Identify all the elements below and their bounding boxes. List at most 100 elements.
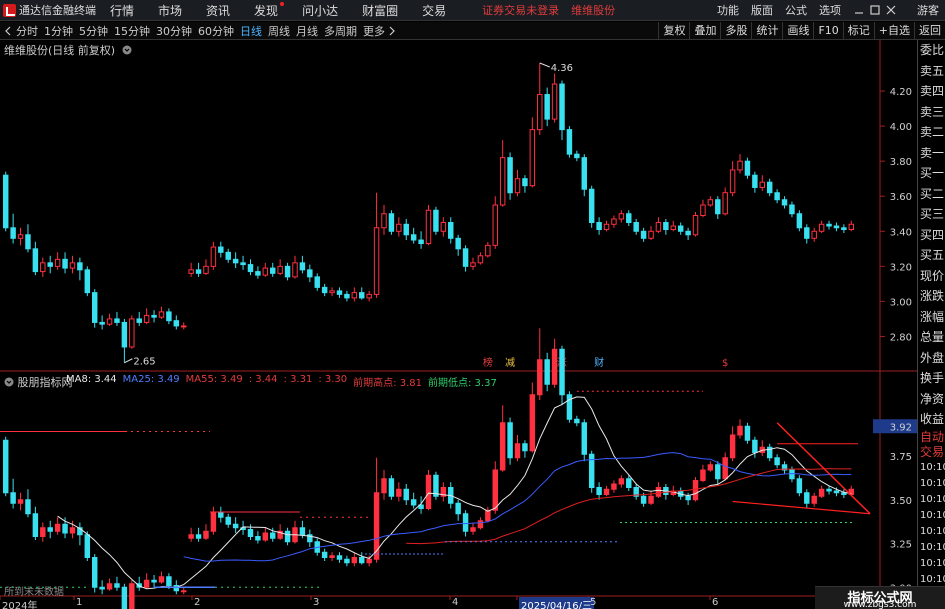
indicator-title: 股朋指标网 <box>4 374 73 390</box>
candle-body-18 <box>136 318 142 323</box>
candle-body-11 <box>84 269 91 294</box>
quote-field-9[interactable]: 买四 <box>918 225 945 246</box>
candle-body-43 <box>321 286 328 294</box>
quote-tab-0[interactable]: 自动 <box>918 430 945 445</box>
indicator-value-3: : 3.44 <box>248 374 278 385</box>
quote-field-18[interactable]: 收益 <box>918 409 945 430</box>
ind-bar-45 <box>336 555 343 560</box>
candle-body-4 <box>32 248 39 273</box>
quote-field-7[interactable]: 买二 <box>918 184 945 205</box>
candle-body-30 <box>225 251 231 260</box>
candle-body-59 <box>440 222 447 232</box>
ind-bar-61 <box>455 502 461 515</box>
quote-field-16[interactable]: 换手 <box>918 368 945 389</box>
low-pointer <box>124 358 133 364</box>
quote-field-8[interactable]: 买三 <box>918 204 945 225</box>
ind-bar-9 <box>69 527 76 534</box>
ind-bar-70 <box>522 443 528 452</box>
candle-body-77 <box>574 153 580 159</box>
ind-bar-7 <box>54 523 61 532</box>
candle-body-13 <box>99 321 105 325</box>
quote-field-13[interactable]: 涨幅 <box>918 307 945 328</box>
quote-field-4[interactable]: 卖二 <box>918 122 945 143</box>
candle-body-66 <box>492 204 498 246</box>
candle-body-75 <box>559 83 565 131</box>
candle-body-84 <box>626 213 632 224</box>
indicator-settings-icon[interactable] <box>4 377 14 387</box>
indicator-value-4: : 3.31 <box>283 374 313 385</box>
ind-bar-69 <box>514 443 521 459</box>
candle-body-3 <box>25 234 31 250</box>
quote-field-5[interactable]: 卖一 <box>918 143 945 164</box>
ind-bar-1 <box>10 492 16 504</box>
candle-body-21 <box>158 311 165 318</box>
quote-field-12[interactable]: 涨跌 <box>918 286 945 307</box>
ind-bar-15 <box>114 583 120 588</box>
ind-bar-57 <box>425 474 432 509</box>
candle-body-97 <box>722 192 728 215</box>
candle-body-47 <box>351 292 358 299</box>
ind-bar-104 <box>774 457 780 466</box>
x-axis-label-3: 3 <box>313 597 320 608</box>
candle-body-78 <box>581 157 587 190</box>
guest-user[interactable]: 游客 <box>917 2 939 18</box>
trade-time-1: 10:10 <box>920 477 945 489</box>
trade-time-0: 10:10 <box>920 461 945 473</box>
quote-field-0[interactable]: 委比 <box>918 40 945 61</box>
ind-bar-97 <box>722 457 728 480</box>
ind-bar-43 <box>321 551 328 558</box>
ind-bar-38 <box>284 530 291 543</box>
main-ytick-1: 4.00 <box>890 122 912 133</box>
candle-body-19 <box>143 314 150 323</box>
candle-body-71 <box>529 129 536 187</box>
ind-bar-96 <box>715 464 721 480</box>
ind-bar-46 <box>344 558 350 564</box>
quote-tab-1[interactable]: 交易 <box>918 445 945 460</box>
candle-body-72 <box>537 94 543 131</box>
ind-bar-54 <box>403 488 409 501</box>
candle-body-102 <box>759 181 766 188</box>
ind-bar-21 <box>158 576 165 583</box>
ind-ytick-3: 3.25 <box>890 540 912 551</box>
main-ytick-0: 4.20 <box>890 87 912 98</box>
candle-body-33 <box>247 264 254 273</box>
ind-bar-0 <box>2 439 9 494</box>
x-axis-label-5: 2025/04/16/三 <box>519 597 595 609</box>
candle-body-68 <box>507 157 513 194</box>
candle-body-36 <box>270 267 276 274</box>
candle-body-22 <box>166 311 172 322</box>
candle-body-0 <box>2 174 9 229</box>
tool-back[interactable]: 返回 <box>914 22 945 40</box>
candle-body-20 <box>151 314 157 318</box>
ind-bar-13 <box>99 586 105 590</box>
main-ytick-3: 3.60 <box>890 192 912 203</box>
line-ma8 <box>57 396 852 590</box>
quote-field-6[interactable]: 买一 <box>918 163 945 184</box>
quote-field-3[interactable]: 卖三 <box>918 102 945 123</box>
settings-circle-icon[interactable] <box>122 45 132 55</box>
quote-field-15[interactable]: 外盘 <box>918 348 945 369</box>
candle-body-110 <box>818 223 825 232</box>
ind-bar-48 <box>359 557 365 564</box>
ind-bar-99 <box>737 425 743 436</box>
ind-bar-88 <box>655 487 662 497</box>
x-axis-label-6: 5 <box>590 597 597 608</box>
candle-body-31 <box>232 258 239 264</box>
candle-body-14 <box>106 318 113 325</box>
quote-field-11[interactable]: 现价 <box>918 266 945 287</box>
ind-bar-4 <box>32 513 39 537</box>
ind-bar-53 <box>396 488 402 497</box>
quote-field-17[interactable]: 净资 <box>918 389 945 410</box>
quote-field-2[interactable]: 卖四 <box>918 81 945 102</box>
quote-field-10[interactable]: 买五 <box>918 245 945 266</box>
candle-body-5 <box>40 262 46 273</box>
candle-body-109 <box>811 230 817 239</box>
quote-field-14[interactable]: 总量 <box>918 327 945 348</box>
trend-line <box>776 422 871 515</box>
ind-bar-72 <box>537 359 543 396</box>
ind-bar-20 <box>151 579 157 583</box>
chart-canvas[interactable]: 4.20 4.00 3.80 3.60 3.40 3.20 3.00 2.80 3.92 3.75… <box>0 0 917 609</box>
candle-body-12 <box>91 292 98 323</box>
quote-field-1[interactable]: 卖五 <box>918 61 945 82</box>
candle-body-7 <box>54 258 61 267</box>
